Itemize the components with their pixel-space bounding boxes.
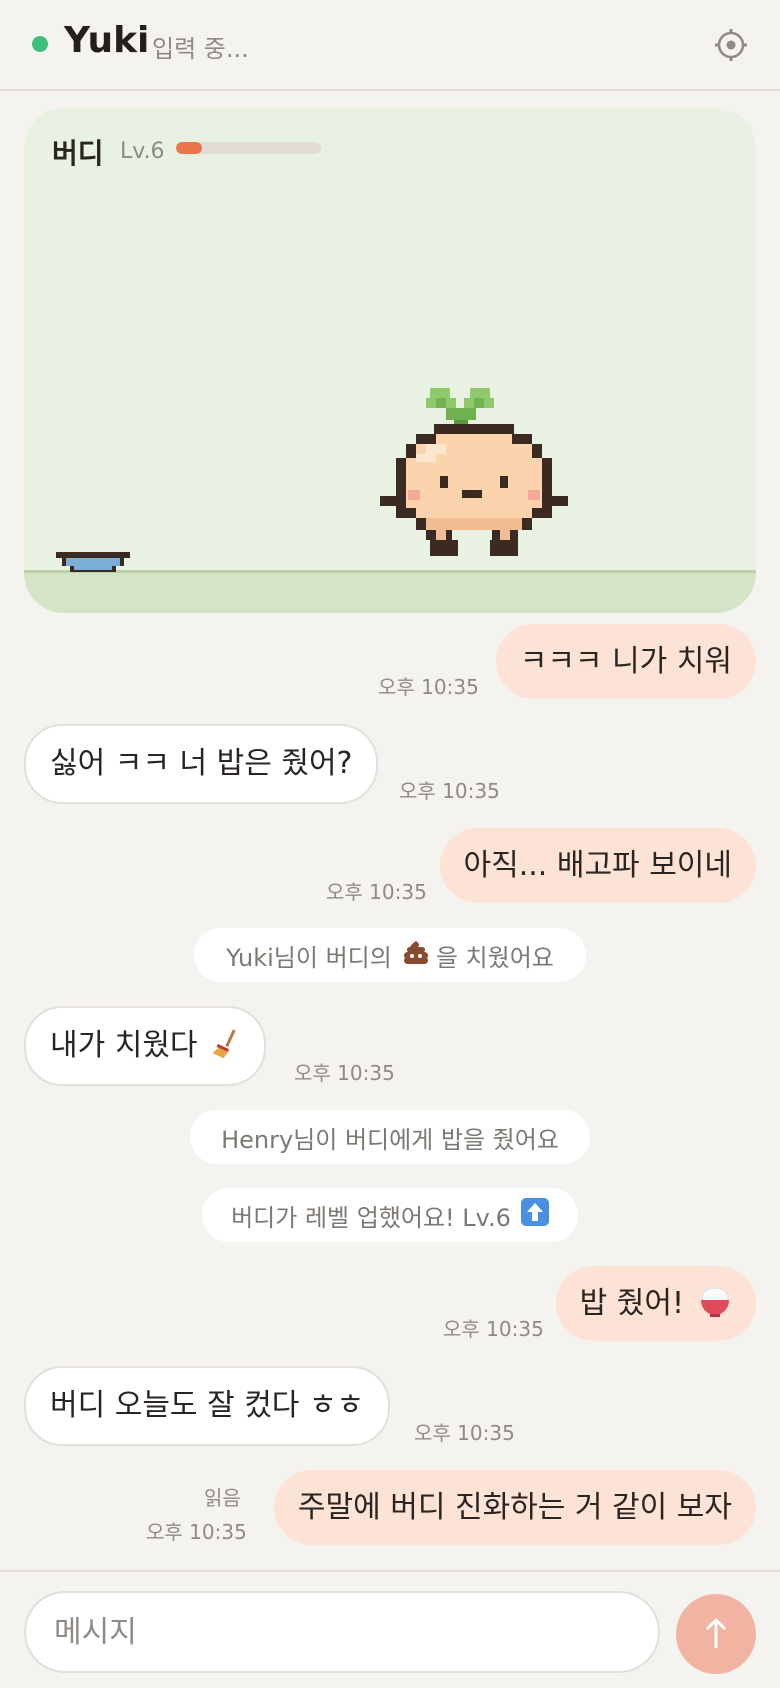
system-text: Henry님이 버디에게 밥을 줬어요 <box>221 1125 559 1154</box>
pet-level: Lv.6 <box>120 139 165 164</box>
send-arrow-icon <box>701 1616 731 1653</box>
typing-status: 입력 중... <box>152 35 249 63</box>
system-text: Yuki님이 버디의 <box>226 943 392 972</box>
xp-progress-fill <box>176 142 203 154</box>
xp-progress-bar <box>176 142 321 154</box>
poop-icon <box>402 939 430 971</box>
incoming-message[interactable]: 내가 치웠다 <box>24 1006 266 1086</box>
rice-bowl-icon <box>698 1285 732 1323</box>
system-text: 버디가 레벨 업했어요! Lv.6 <box>231 1203 511 1232</box>
message-text: 아직... 배고파 보이네 <box>463 847 732 883</box>
read-receipt: 읽음 <box>204 1486 241 1510</box>
outgoing-message[interactable]: ㅋㅋㅋ 니가 치워 <box>495 624 756 699</box>
message-text: 내가 치웠다 <box>50 1028 198 1063</box>
system-message: Henry님이 버디에게 밥을 줬어요 <box>190 1110 590 1164</box>
message-text: ㅋㅋㅋ 니가 치워 <box>519 643 732 679</box>
message-time: 오후 10:35 <box>294 1061 395 1085</box>
message-time: 오후 10:35 <box>399 779 500 803</box>
message-time: 오후 10:35 <box>146 1520 247 1544</box>
food-bowl-icon[interactable] <box>56 550 130 582</box>
chat-app: Yuki 입력 중... 버디 Lv.6 오후 10:35 ㅋㅋㅋ 니가 치워 … <box>0 0 780 1688</box>
gear-icon[interactable] <box>712 26 750 64</box>
message-time: 오후 10:35 <box>443 1317 544 1341</box>
message-input[interactable] <box>24 1591 660 1673</box>
message-text: 밥 줬어! <box>579 1285 684 1321</box>
onion-pet-sprite[interactable] <box>380 378 580 572</box>
message-time: 오후 10:35 <box>414 1421 515 1445</box>
chat-header: Yuki 입력 중... <box>0 0 780 91</box>
message-time: 오후 10:35 <box>378 675 479 699</box>
pet-card[interactable]: 버디 Lv.6 <box>24 108 756 613</box>
system-text: 을 치웠어요 <box>435 943 554 972</box>
outgoing-message[interactable]: 주말에 버디 진화하는 거 같이 보자 <box>273 1470 756 1545</box>
pet-ground <box>24 570 756 613</box>
message-composer <box>0 1570 780 1688</box>
pet-name: 버디 <box>52 137 104 170</box>
system-message: 버디가 레벨 업했어요! Lv.6 <box>202 1188 578 1242</box>
message-time: 오후 10:35 <box>326 880 427 904</box>
outgoing-message[interactable]: 아직... 배고파 보이네 <box>439 828 756 903</box>
system-message: Yuki님이 버디의 을 치웠어요 <box>194 928 586 982</box>
broom-icon <box>212 1027 240 1065</box>
incoming-message[interactable]: 싫어 ㅋㅋ 너 밥은 줬어? <box>24 724 379 804</box>
contact-name: Yuki <box>64 20 150 61</box>
send-button[interactable] <box>676 1594 756 1674</box>
up-arrow-icon <box>520 1198 549 1232</box>
incoming-message[interactable]: 버디 오늘도 잘 컸다 ㅎㅎ <box>24 1366 391 1446</box>
outgoing-message[interactable]: 밥 줬어! <box>555 1266 756 1341</box>
online-indicator <box>32 36 48 52</box>
message-text: 버디 오늘도 잘 컸다 ㅎㅎ <box>50 1388 365 1423</box>
message-text: 주말에 버디 진화하는 거 같이 보자 <box>297 1489 732 1525</box>
message-text: 싫어 ㅋㅋ 너 밥은 줬어? <box>50 746 353 781</box>
